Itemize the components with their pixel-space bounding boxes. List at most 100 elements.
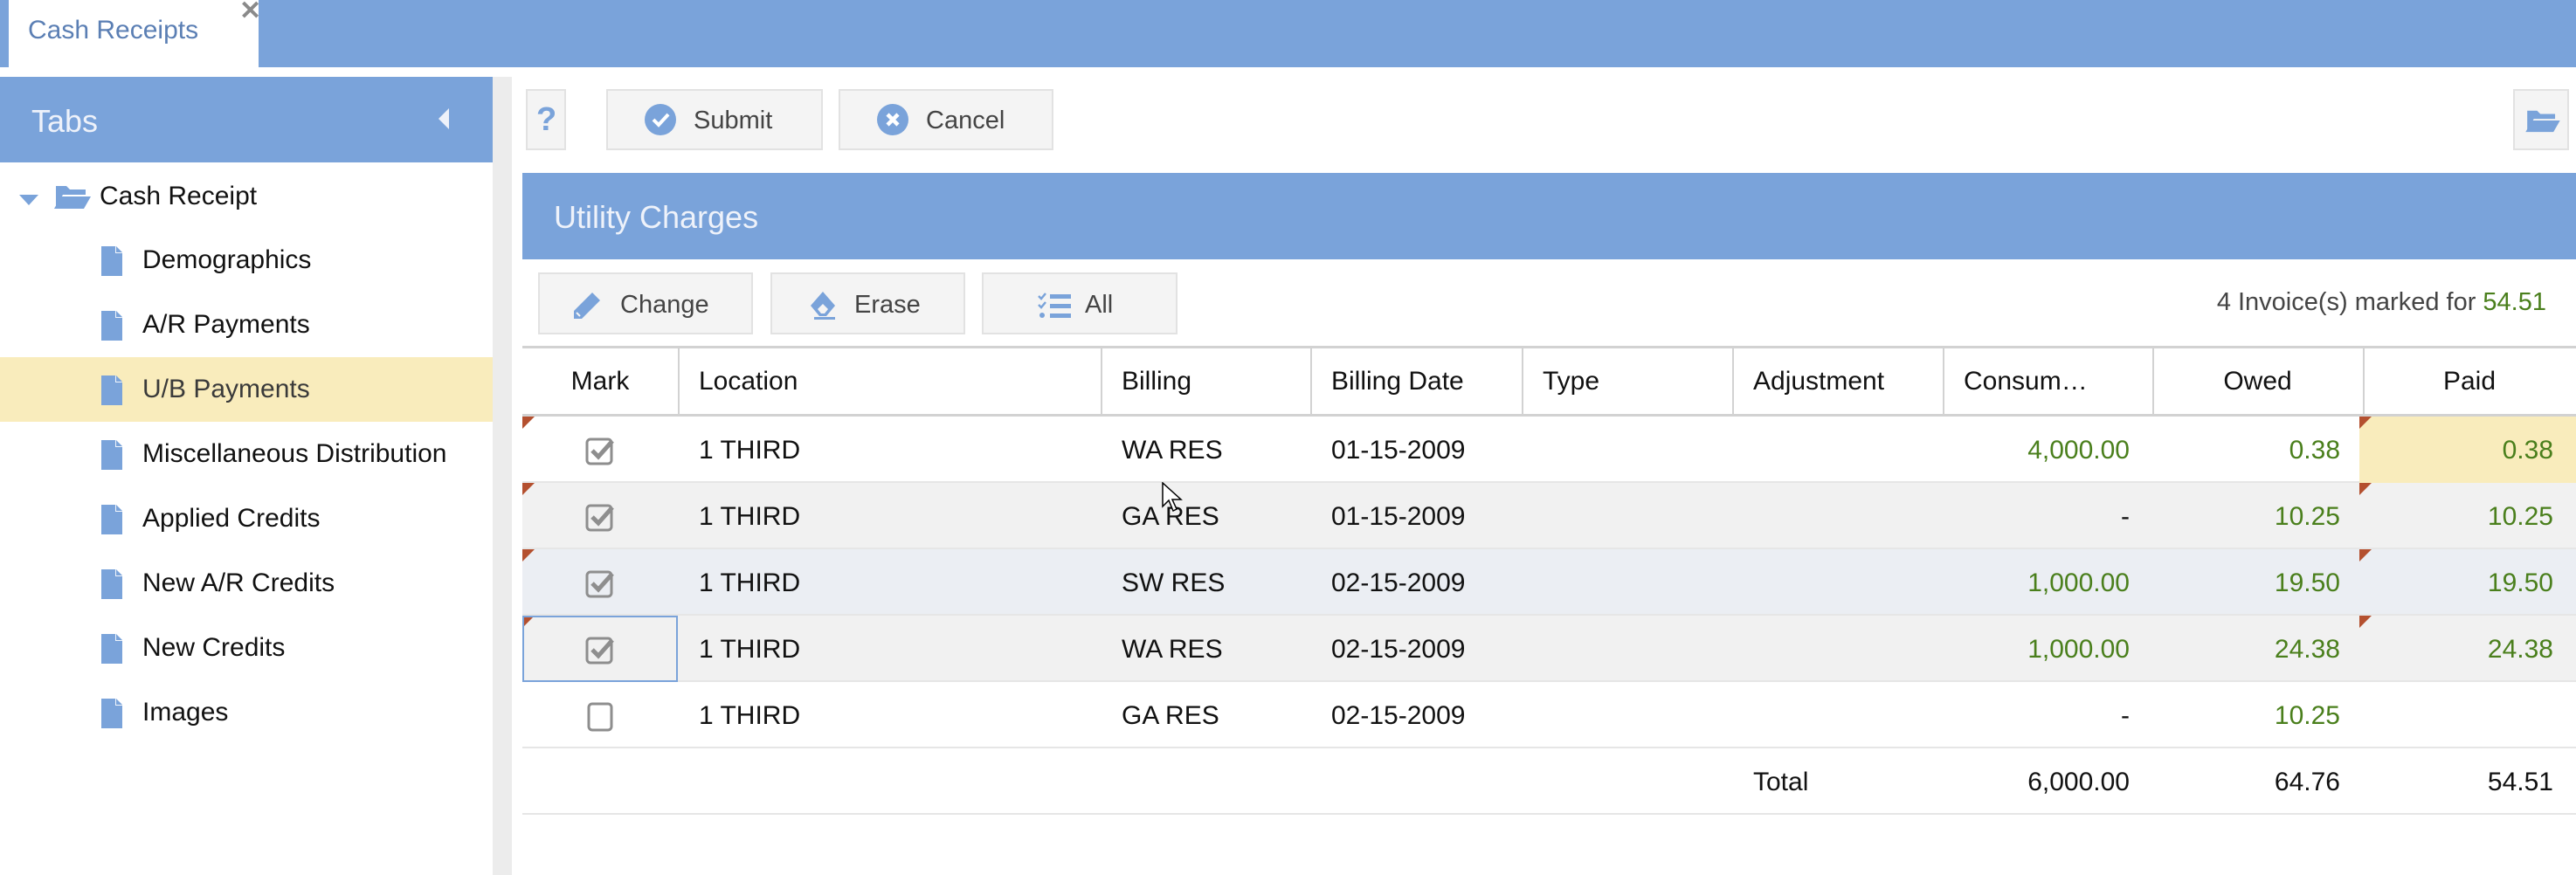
column-header[interactable]: Billing bbox=[1122, 367, 1191, 396]
cell-consumption[interactable]: - bbox=[2121, 502, 2130, 532]
tab-cash-receipts[interactable]: Cash Receipts ✕ bbox=[9, 0, 261, 67]
column-header[interactable]: Owed bbox=[2152, 367, 2363, 396]
sidebar-splitter[interactable] bbox=[493, 77, 512, 875]
modified-flag-icon bbox=[2359, 549, 2372, 562]
cell-owed[interactable]: 10.25 bbox=[2275, 502, 2340, 532]
close-icon[interactable]: ✕ bbox=[239, 0, 261, 24]
checkbox-checked[interactable] bbox=[585, 635, 617, 666]
help-button[interactable]: ? bbox=[526, 89, 566, 150]
cell-billing-date[interactable]: 02-15-2009 bbox=[1331, 701, 1465, 731]
checkbox-checked[interactable] bbox=[585, 436, 617, 467]
cell-paid[interactable]: 19.50 bbox=[2488, 568, 2553, 598]
column-divider[interactable] bbox=[678, 346, 680, 414]
mouse-cursor-icon bbox=[1162, 482, 1183, 513]
sidebar-item[interactable]: New A/R Credits bbox=[0, 551, 493, 616]
change-button[interactable]: Change bbox=[538, 272, 753, 334]
sidebar-item[interactable]: A/R Payments bbox=[0, 293, 493, 357]
tree-root-label: Cash Receipt bbox=[100, 182, 258, 210]
cell-billing[interactable]: WA RES bbox=[1122, 635, 1223, 665]
cell-paid[interactable]: 10.25 bbox=[2488, 502, 2553, 532]
sidebar-item[interactable]: Images bbox=[0, 680, 493, 745]
column-divider[interactable] bbox=[2363, 346, 2365, 414]
column-header[interactable]: Mark bbox=[522, 367, 678, 396]
table-row[interactable]: 1 THIRD WA RES 02-15-2009 1,000.00 24.38 24.3… bbox=[522, 616, 2576, 682]
cell-billing-date[interactable]: 02-15-2009 bbox=[1331, 568, 1465, 598]
cell-billing-date[interactable]: 01-15-2009 bbox=[1331, 502, 1465, 532]
cell-paid[interactable]: 0.38 bbox=[2503, 436, 2553, 465]
cell-billing[interactable]: WA RES bbox=[1122, 436, 1223, 465]
totals-label: Total bbox=[1753, 768, 1809, 796]
column-divider[interactable] bbox=[1522, 346, 1523, 414]
table-row[interactable]: 1 THIRD GA RES 01-15-2009-10.25 10.25 bbox=[522, 483, 2576, 549]
cell-billing-date[interactable]: 02-15-2009 bbox=[1331, 635, 1465, 665]
table-row[interactable]: 1 THIRD WA RES 01-15-2009 4,000.00 0.38 0.38 bbox=[522, 417, 2576, 483]
cell-consumption[interactable]: - bbox=[2121, 701, 2130, 731]
cell-location[interactable]: 1 THIRD bbox=[699, 635, 800, 665]
status-text: 4 Invoice(s) marked for bbox=[2216, 288, 2483, 316]
checklist-icon bbox=[1038, 293, 1071, 318]
column-divider[interactable] bbox=[1310, 346, 1312, 414]
column-header[interactable]: Paid bbox=[2363, 367, 2576, 396]
column-divider[interactable] bbox=[2152, 346, 2154, 414]
sidebar-item[interactable]: Demographics bbox=[0, 228, 493, 293]
collapse-sidebar-icon[interactable] bbox=[439, 108, 449, 129]
table-row[interactable]: 1 THIRD GA RES 02-15-2009 - 10.25 bbox=[522, 682, 2576, 748]
sidebar-item-label: U/B Payments bbox=[142, 375, 310, 403]
sidebar-item[interactable]: Miscellaneous Distribution bbox=[0, 422, 493, 486]
cell-billing[interactable]: GA RES bbox=[1122, 701, 1219, 731]
cell-billing-date[interactable]: 01-15-2009 bbox=[1331, 436, 1465, 465]
cell-location[interactable]: 1 THIRD bbox=[699, 568, 800, 598]
cell-billing[interactable]: SW RES bbox=[1122, 568, 1225, 598]
checkbox-checked[interactable] bbox=[585, 568, 617, 600]
modified-flag-icon bbox=[2359, 483, 2372, 495]
modified-flag-icon bbox=[2359, 417, 2372, 429]
cell-consumption[interactable]: 1,000.00 bbox=[2027, 568, 2130, 598]
sidebar-item-label: Miscellaneous Distribution bbox=[142, 439, 447, 468]
cell-location[interactable]: 1 THIRD bbox=[699, 502, 800, 532]
document-icon bbox=[101, 699, 122, 728]
column-divider[interactable] bbox=[1943, 346, 1944, 414]
cell-owed[interactable]: 19.50 bbox=[2275, 568, 2340, 598]
cell-paid[interactable]: 24.38 bbox=[2488, 635, 2553, 665]
sidebar-item[interactable]: Applied Credits bbox=[0, 486, 493, 551]
checkbox-unchecked[interactable] bbox=[585, 701, 617, 733]
select-all-button[interactable]: All bbox=[982, 272, 1178, 334]
column-header[interactable]: Billing Date bbox=[1331, 367, 1464, 396]
column-header[interactable]: Consum… bbox=[1964, 367, 2088, 396]
modified-flag-icon bbox=[2359, 616, 2372, 628]
total-paid: 54.51 bbox=[2487, 768, 2553, 796]
cell-owed[interactable]: 0.38 bbox=[2289, 436, 2340, 465]
document-icon bbox=[101, 311, 122, 341]
cell-location[interactable]: 1 THIRD bbox=[699, 701, 800, 731]
marked-status: 4 Invoice(s) marked for 54.51 bbox=[2217, 288, 2546, 317]
sidebar-item[interactable]: U/B Payments bbox=[0, 357, 493, 422]
table-row[interactable]: 1 THIRD SW RES 02-15-2009 1,000.00 19.50 19.5… bbox=[522, 549, 2576, 616]
column-header[interactable]: Type bbox=[1543, 367, 1599, 396]
sidebar-item[interactable]: New Credits bbox=[0, 616, 493, 680]
sidebar-header: Tabs bbox=[0, 77, 493, 162]
column-divider[interactable] bbox=[1732, 346, 1734, 414]
cell-location[interactable]: 1 THIRD bbox=[699, 436, 800, 465]
erase-button[interactable]: Erase bbox=[770, 272, 965, 334]
tab-strip bbox=[0, 0, 2576, 67]
question-icon: ? bbox=[536, 101, 557, 138]
cell-owed[interactable]: 10.25 bbox=[2275, 701, 2340, 731]
tab-title: Cash Receipts bbox=[28, 16, 199, 45]
caret-down-icon[interactable] bbox=[19, 195, 38, 205]
cell-consumption[interactable]: 4,000.00 bbox=[2027, 436, 2130, 465]
column-divider[interactable] bbox=[1101, 346, 1102, 414]
column-header[interactable]: Adjustment bbox=[1753, 367, 1884, 396]
checkbox-checked[interactable] bbox=[585, 502, 617, 534]
eraser-icon bbox=[811, 292, 835, 320]
section-header: Utility Charges bbox=[522, 173, 2576, 259]
modified-flag-icon bbox=[522, 483, 535, 495]
column-header[interactable]: Location bbox=[699, 367, 798, 396]
cell-owed[interactable]: 24.38 bbox=[2275, 635, 2340, 665]
tree-node-cash-receipt[interactable]: Cash Receipt bbox=[0, 166, 493, 227]
cancel-button[interactable]: Cancel bbox=[839, 89, 1053, 150]
submit-button[interactable]: Submit bbox=[606, 89, 823, 150]
total-owed: 64.76 bbox=[2274, 768, 2340, 796]
open-button[interactable] bbox=[2513, 89, 2569, 150]
cell-consumption[interactable]: 1,000.00 bbox=[2027, 635, 2130, 665]
sidebar-item-label: Demographics bbox=[142, 245, 312, 274]
